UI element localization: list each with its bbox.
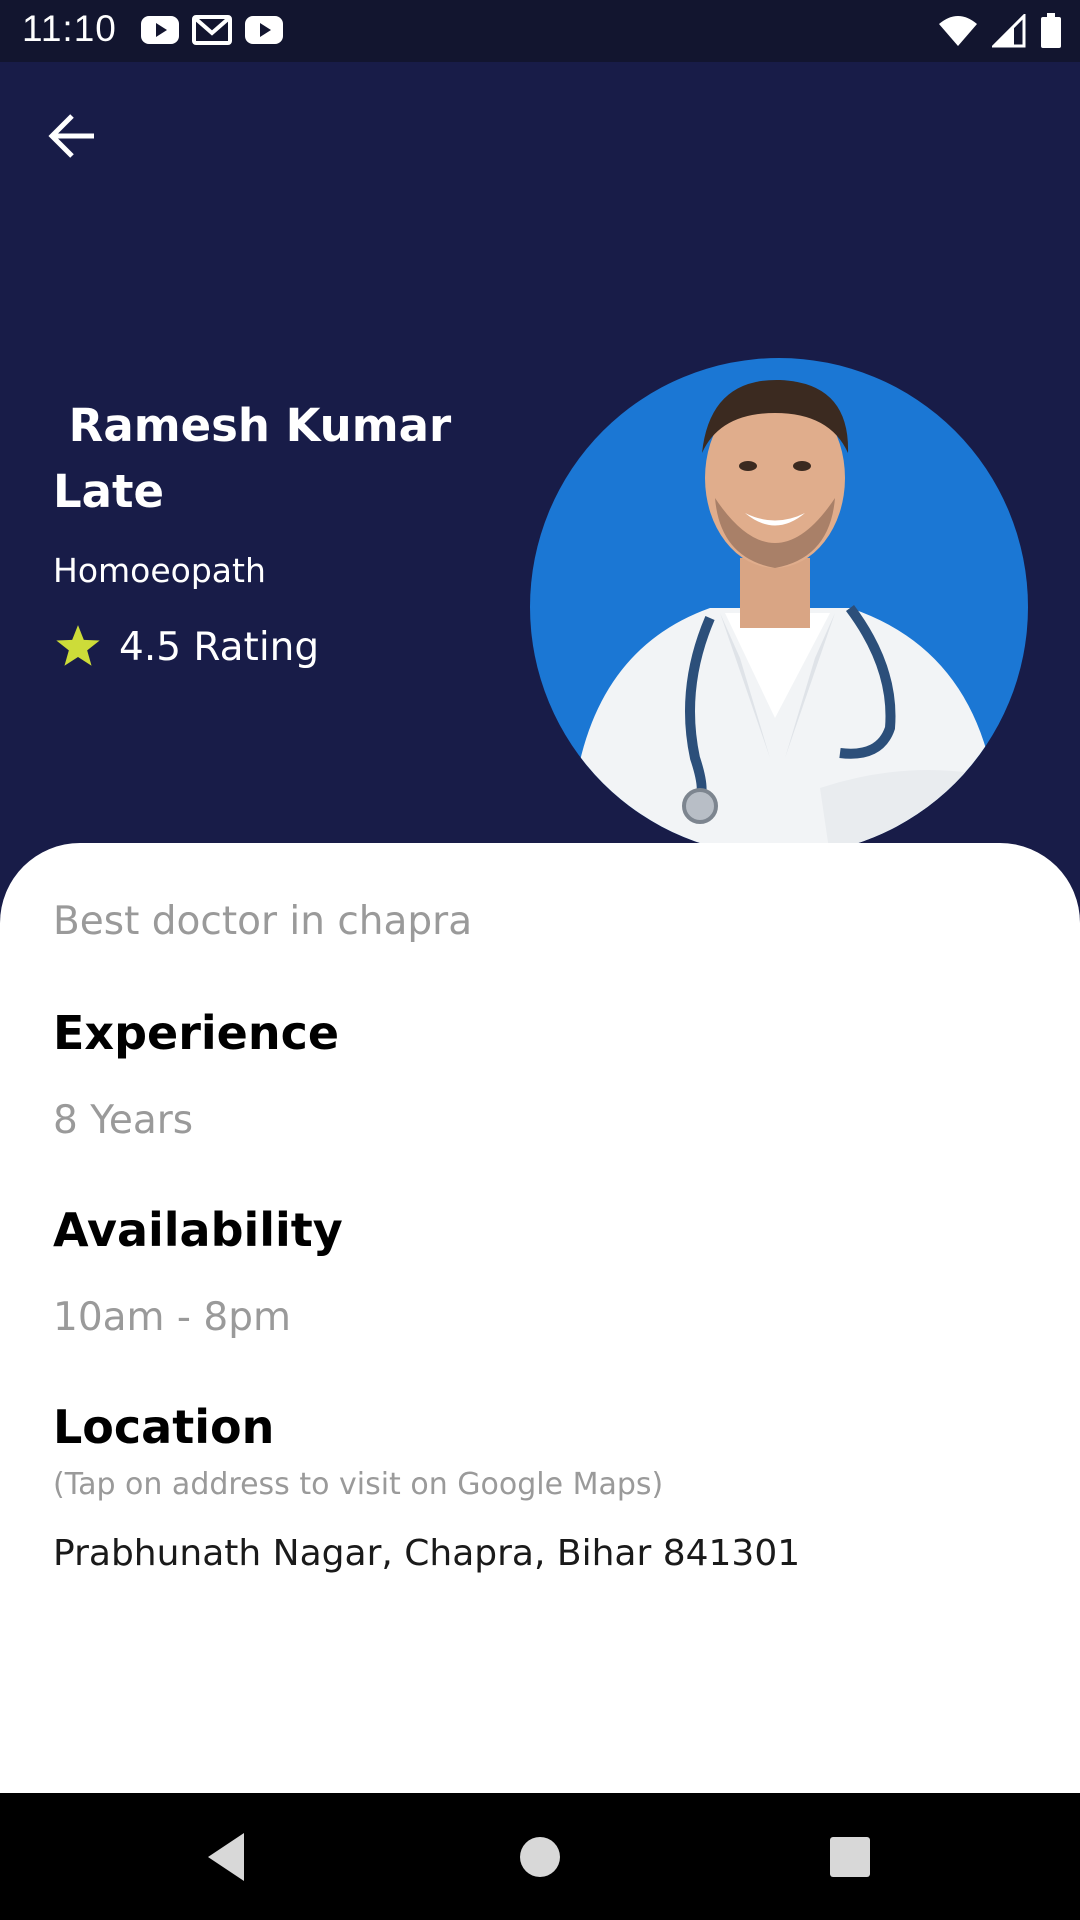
location-address-link[interactable]: Prabhunath Nagar, Chapra, Bihar 841301 (53, 1533, 800, 1574)
back-triangle-icon (208, 1833, 244, 1881)
wifi-icon (939, 16, 977, 46)
battery-icon (1041, 13, 1061, 48)
doctor-photo (570, 379, 1000, 856)
doctor-specialty: Homoeopath (53, 551, 266, 590)
gmail-icon (192, 15, 232, 45)
notification-icons (140, 14, 284, 46)
status-time: 11:10 (22, 8, 117, 49)
doctor-avatar (530, 358, 1028, 856)
status-bar: 11:10 (0, 0, 1080, 62)
youtube-icon (141, 16, 179, 44)
nav-back-button[interactable] (196, 1825, 260, 1889)
system-nav-bar (0, 1793, 1080, 1920)
rating-text: 4.5 Rating (119, 624, 320, 670)
nav-recents-button[interactable] (818, 1825, 882, 1889)
star-icon (56, 625, 100, 666)
system-icons (938, 13, 1062, 49)
experience-value: 8 Years (53, 1098, 194, 1143)
arrow-left-icon (48, 114, 94, 158)
back-button[interactable] (44, 108, 104, 168)
details-card: Best doctor in chapra Experience 8 Years… (0, 843, 1080, 1793)
location-hint: (Tap on address to visit on Google Maps) (53, 1467, 664, 1502)
availability-value: 10am - 8pm (53, 1295, 291, 1340)
nav-home-button[interactable] (508, 1825, 572, 1889)
cellular-signal-icon (992, 14, 1026, 48)
rating: 4.5 Rating (53, 622, 319, 672)
doctor-name: Ramesh Kumar Late (53, 399, 452, 518)
availability-title: Availability (53, 1203, 343, 1257)
youtube-icon (245, 16, 283, 44)
doctor-about: Best doctor in chapra (53, 899, 473, 944)
doctor-profile-screen: 11:10 Ramesh Kumar Late Homoeopath 4.5 R… (0, 0, 1080, 1920)
recents-square-icon (830, 1837, 870, 1877)
home-circle-icon (520, 1837, 560, 1877)
experience-title: Experience (53, 1006, 340, 1060)
location-title: Location (53, 1400, 275, 1454)
